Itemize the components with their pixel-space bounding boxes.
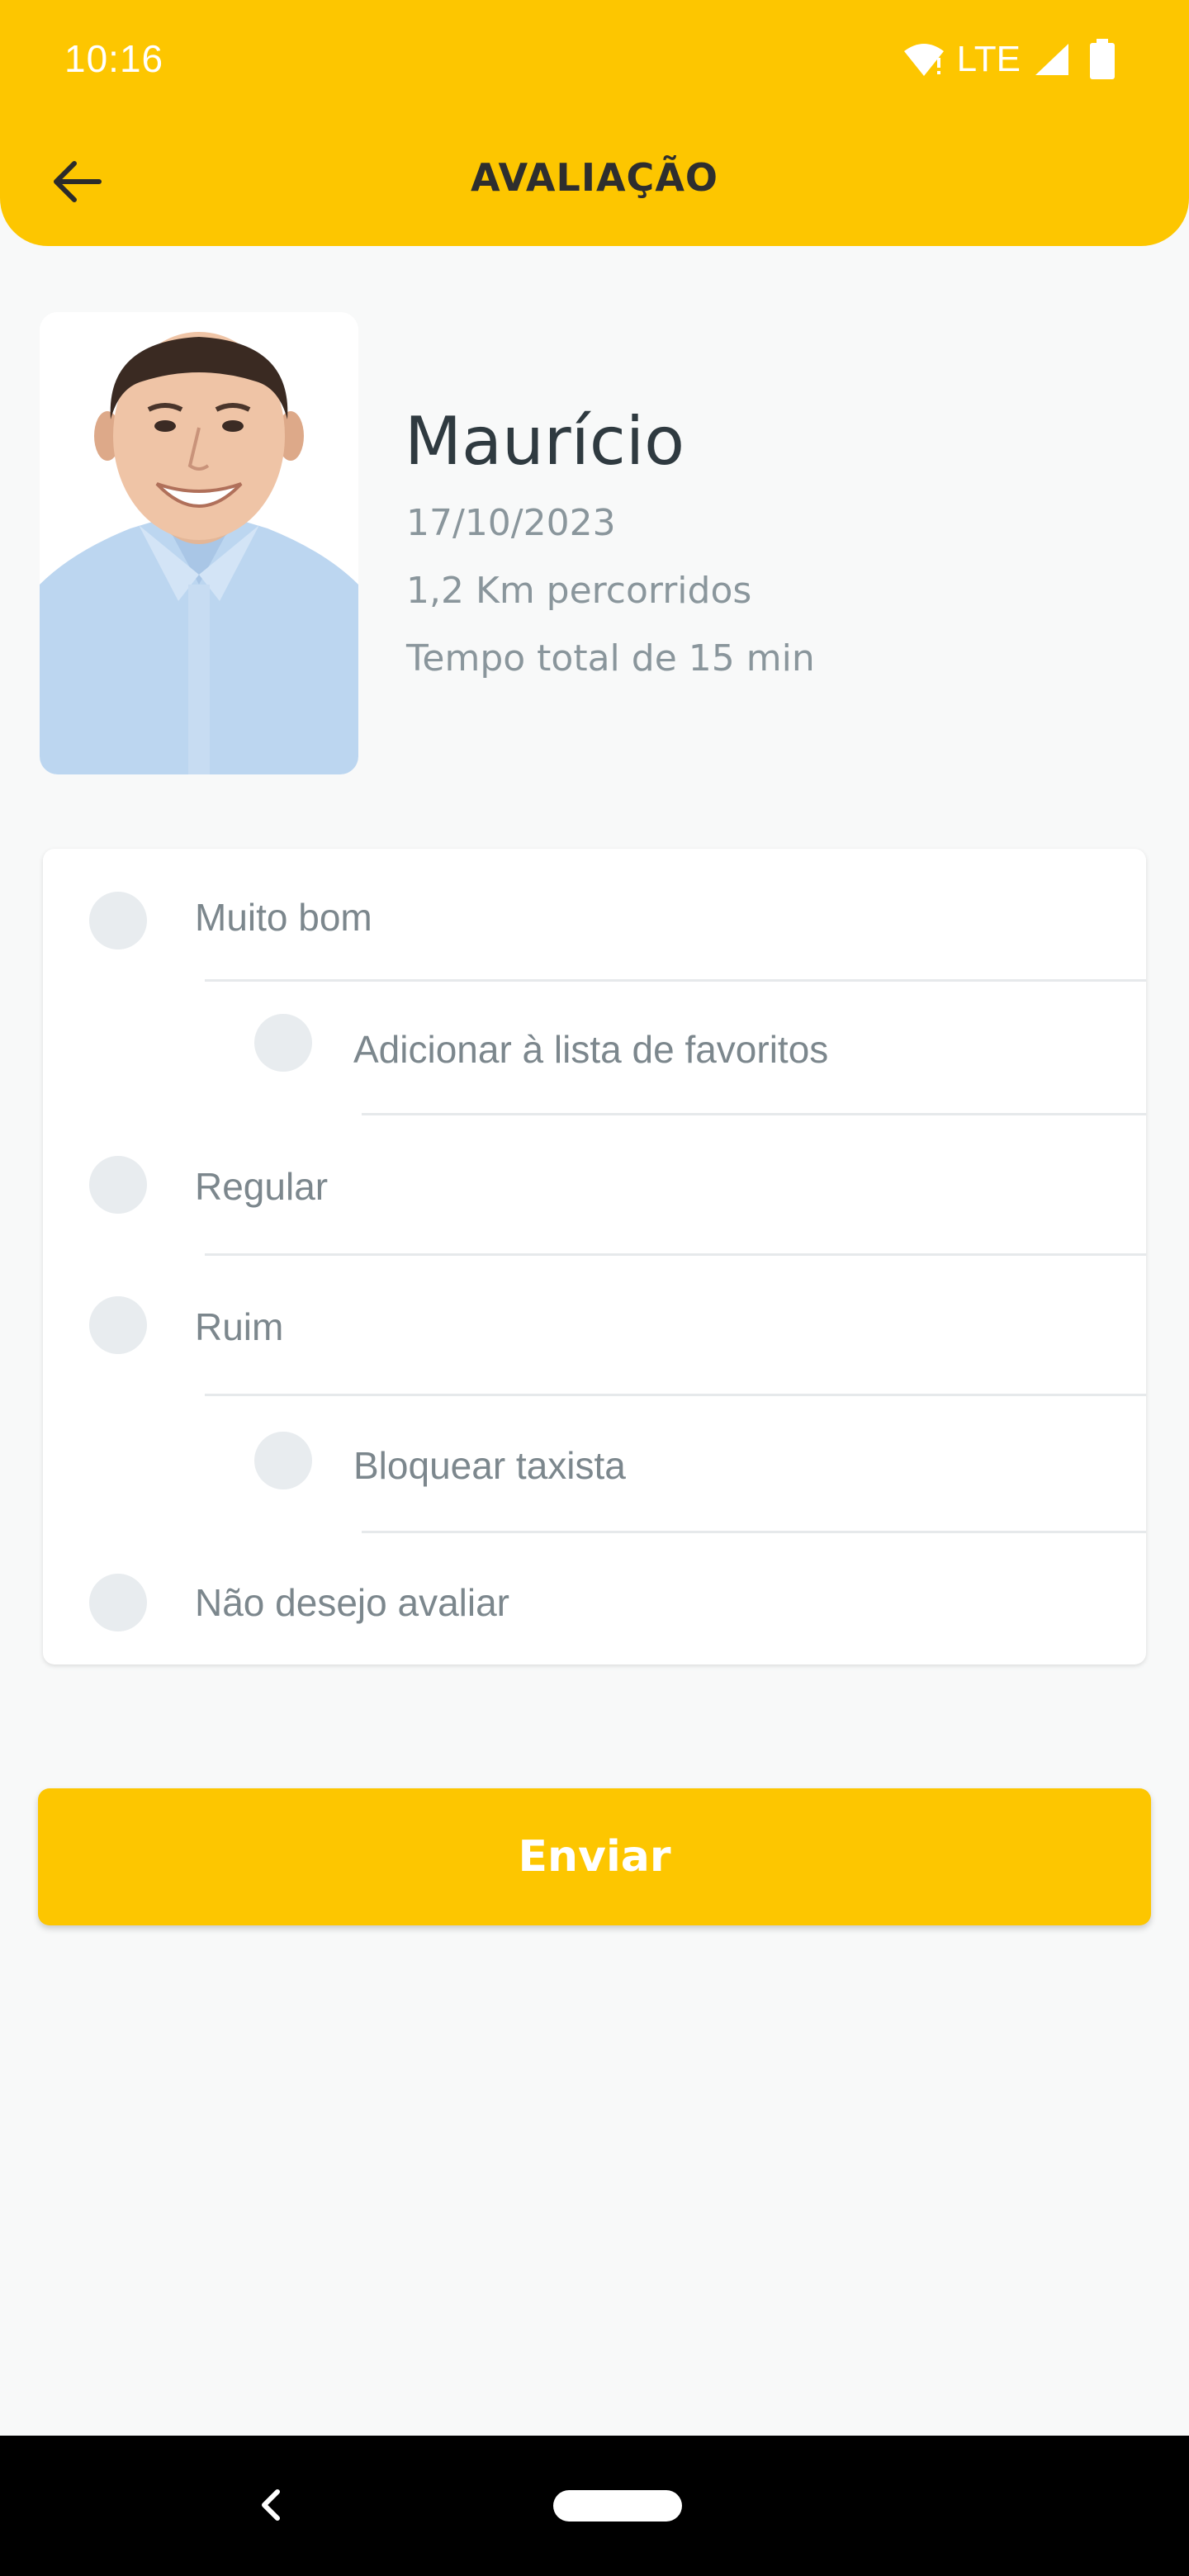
trip-duration: Tempo total de 15 min [406,637,815,680]
submit-button[interactable]: Enviar [38,1788,1151,1925]
trip-date: 17/10/2023 [406,502,616,544]
radio-button[interactable] [89,1156,147,1214]
radio-button[interactable] [89,1574,147,1631]
rating-option-muito-bom[interactable]: Muito bom [43,849,1146,982]
divider [362,1113,1146,1115]
option-label: Adicionar à lista de favoritos [353,1028,829,1071]
rating-option-regular[interactable]: Regular [43,1116,1146,1257]
option-label: Muito bom [195,896,372,939]
trip-distance: 1,2 Km percorridos [406,570,752,612]
rating-option-ruim[interactable]: Ruim [43,1257,1146,1396]
signal-icon [1035,44,1068,75]
page-title: AVALIAÇÃO [470,155,719,200]
option-label: Regular [195,1165,329,1208]
rating-option-favoritos[interactable]: Adicionar à lista de favoritos [43,983,1146,1115]
option-label: Não desejo avaliar [195,1581,510,1624]
radio-button[interactable] [254,1014,312,1072]
driver-name: Maurício [405,403,685,480]
option-label: Ruim [195,1305,284,1348]
radio-button[interactable] [89,1296,147,1354]
system-nav-bar [0,2436,1189,2576]
rating-option-nao-avaliar[interactable]: Não desejo avaliar [43,1534,1146,1664]
rating-option-bloquear[interactable]: Bloquear taxista [43,1395,1146,1534]
nav-back-icon[interactable] [246,2480,296,2530]
status-time: 10:16 [64,37,164,80]
battery-icon [1090,39,1115,79]
status-icons: LTE [902,35,1116,84]
driver-photo [40,312,358,774]
wifi-icon [903,44,944,76]
radio-button[interactable] [89,892,147,949]
network-type: LTE [956,39,1021,79]
rating-options-card: Muito bom Adicionar à lista de favoritos… [43,849,1146,1664]
radio-button[interactable] [254,1432,312,1489]
divider [205,979,1146,982]
app-bar: 10:16 LTE AVALIAÇÃO [0,0,1189,246]
nav-home-pill[interactable] [553,2490,682,2522]
divider [362,1531,1146,1533]
option-label: Bloquear taxista [353,1444,626,1487]
divider [205,1253,1146,1256]
